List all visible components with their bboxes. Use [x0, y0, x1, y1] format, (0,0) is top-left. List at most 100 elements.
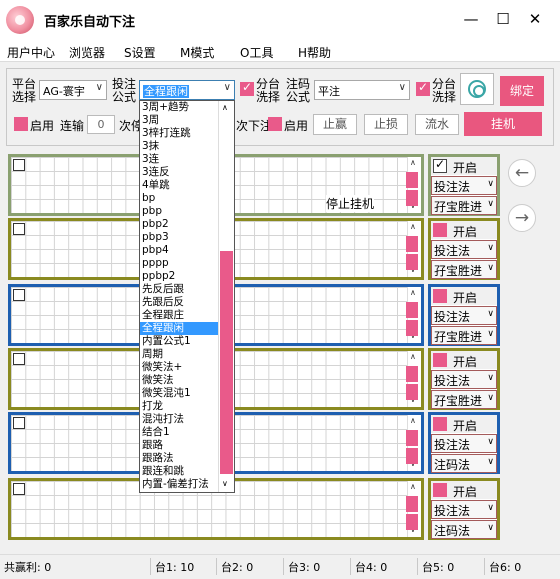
menu-help[interactable]: H帮助 — [298, 44, 331, 61]
dropdown-option[interactable]: pppp — [140, 257, 218, 270]
hang-button[interactable]: 挂机 — [464, 112, 542, 136]
dropdown-option[interactable]: 跟路法 — [140, 452, 218, 465]
start-toggle[interactable]: 开启 — [431, 287, 497, 305]
start-toggle[interactable]: 开启 — [431, 415, 497, 433]
dropdown-option[interactable]: 先反后跟 — [140, 283, 218, 296]
dropdown-option[interactable]: 跟连和跳 — [140, 465, 218, 478]
dropdown-option[interactable]: 全程跟闲 — [140, 322, 218, 335]
scroll-up-icon[interactable]: ∧ — [410, 158, 416, 167]
dropdown-option[interactable]: 微笑混沌1 — [140, 387, 218, 400]
stop-win-button[interactable]: 止赢 — [313, 114, 357, 135]
dropdown-option[interactable]: 3周+趋势 — [140, 101, 218, 114]
progression-select[interactable]: 孖宝胜进 ∨ — [431, 196, 497, 215]
locate-button[interactable] — [460, 73, 494, 105]
menu-mode[interactable]: M模式 — [180, 44, 214, 61]
dropdown-option[interactable]: 混沌打法 — [140, 413, 218, 426]
bet-method-value: 投注法 — [434, 438, 471, 452]
arrow-left-icon[interactable]: ← — [508, 159, 536, 187]
flow-button[interactable]: 流水 — [415, 114, 459, 135]
scroll-up-icon[interactable]: ∧ — [410, 416, 416, 425]
dropdown-option[interactable]: pbp — [140, 205, 218, 218]
dropdown-option[interactable]: 3抹 — [140, 140, 218, 153]
dropdown-option[interactable]: 微笑法 — [140, 374, 218, 387]
bind-button[interactable]: 绑定 — [500, 76, 544, 106]
arrow-right-icon[interactable]: → — [508, 204, 536, 232]
platform-select[interactable]: AG-寰宇 ∨ — [39, 80, 107, 100]
close-button[interactable]: ✕ — [524, 8, 546, 30]
dropdown-option[interactable]: 4单跳 — [140, 179, 218, 192]
dropdown-option[interactable]: 全程跟庄 — [140, 309, 218, 322]
dropdown-option[interactable]: 3连 — [140, 153, 218, 166]
bet-method-select[interactable]: 投注法 ∨ — [431, 500, 497, 519]
scroll-up-icon[interactable]: ∧ — [410, 352, 416, 361]
bet-formula-dropdown[interactable]: 3周+趋势 3周 3梓打连跳 3抹 3连 3连反 4单跳 bp pbp pbp2 pbp3 pbp4 p… — [139, 100, 235, 493]
progression-select[interactable]: 注码法 ∨ — [431, 454, 497, 473]
dropdown-option[interactable]: 跟路 — [140, 439, 218, 452]
start-toggle[interactable]: 开启 — [431, 351, 497, 369]
menu-browser[interactable]: 浏览器 — [69, 44, 105, 61]
scroll-down-icon[interactable]: ∨ — [222, 479, 228, 488]
row-select-checkbox[interactable] — [13, 159, 25, 171]
scroll-up-icon[interactable]: ∧ — [410, 222, 416, 231]
start-checkbox[interactable] — [433, 417, 447, 431]
chevron-down-icon: ∨ — [487, 373, 494, 383]
row-select-checkbox[interactable] — [13, 417, 25, 429]
stop-loss-button[interactable]: 止损 — [364, 114, 408, 135]
row-select-checkbox[interactable] — [13, 223, 25, 235]
enable-checkbox-2[interactable] — [268, 117, 282, 131]
row-select-checkbox[interactable] — [13, 289, 25, 301]
dropdown-option[interactable]: 微笑法+ — [140, 361, 218, 374]
row-select-checkbox[interactable] — [13, 353, 25, 365]
dropdown-option[interactable]: 3梓打连跳 — [140, 127, 218, 140]
bet-formula-select[interactable]: 全程跟闲 ∨ — [139, 80, 235, 100]
scroll-up-icon[interactable]: ∧ — [410, 482, 416, 491]
dropdown-option[interactable]: 内置公式1 — [140, 335, 218, 348]
start-checkbox[interactable] — [433, 483, 447, 497]
scrollbar-thumb[interactable] — [220, 251, 233, 474]
menu-settings[interactable]: S设置 — [124, 44, 156, 61]
dropdown-option[interactable]: 先跟后反 — [140, 296, 218, 309]
bet-method-select[interactable]: 投注法 ∨ — [431, 434, 497, 453]
dropdown-option[interactable]: 内置-偏差打法 — [140, 478, 218, 491]
dropdown-option[interactable]: pbp3 — [140, 231, 218, 244]
start-toggle[interactable]: 开启 — [431, 481, 497, 499]
dropdown-option[interactable]: 3连反 — [140, 166, 218, 179]
bet-method-select[interactable]: 投注法 ∨ — [431, 176, 497, 195]
enable-checkbox-1[interactable] — [14, 117, 28, 131]
maximize-button[interactable]: ☐ — [492, 8, 514, 30]
bet-method-select[interactable]: 投注法 ∨ — [431, 306, 497, 325]
bet-method-select[interactable]: 投注法 ∨ — [431, 370, 497, 389]
dropdown-option[interactable]: pbp4 — [140, 244, 218, 257]
row-select-checkbox[interactable] — [13, 483, 25, 495]
bet-code-value: 平注 — [318, 85, 340, 98]
dropdown-option[interactable]: 3周 — [140, 114, 218, 127]
start-checkbox[interactable] — [433, 223, 447, 237]
progression-select[interactable]: 孖宝胜进 ∨ — [431, 326, 497, 345]
start-toggle[interactable]: 开启 — [431, 157, 497, 175]
dropdown-scrollbar[interactable]: ∧ ∨ — [218, 101, 234, 492]
split-wash-checkbox-2[interactable] — [416, 80, 430, 96]
dropdown-option[interactable]: 结合1 — [140, 426, 218, 439]
start-checkbox[interactable] — [433, 289, 447, 303]
menu-user-center[interactable]: 用户中心 — [7, 44, 55, 61]
progression-select[interactable]: 注码法 ∨ — [431, 520, 497, 539]
lose-streak-input[interactable]: 0 — [87, 115, 115, 134]
dropdown-option[interactable]: bp — [140, 192, 218, 205]
dropdown-option[interactable]: 周期 — [140, 348, 218, 361]
menu-tools[interactable]: O工具 — [240, 44, 273, 61]
start-toggle[interactable]: 开启 — [431, 221, 497, 239]
progression-select[interactable]: 孖宝胜进 ∨ — [431, 260, 497, 279]
enable-label-1: 启用 — [30, 119, 55, 133]
scroll-up-icon[interactable]: ∧ — [410, 288, 416, 297]
scroll-up-icon[interactable]: ∧ — [222, 103, 228, 112]
bet-method-select[interactable]: 投注法 ∨ — [431, 240, 497, 259]
split-wash-checkbox-1[interactable] — [240, 80, 254, 96]
start-checkbox[interactable] — [433, 353, 447, 367]
progression-select[interactable]: 孖宝胜进 ∨ — [431, 390, 497, 409]
bet-code-select[interactable]: 平注 ∨ — [314, 80, 410, 100]
dropdown-option[interactable]: 打龙 — [140, 400, 218, 413]
dropdown-option[interactable]: pbp2 — [140, 218, 218, 231]
minimize-button[interactable]: — — [460, 8, 482, 30]
dropdown-option[interactable]: ppbp2 — [140, 270, 218, 283]
start-checkbox[interactable] — [433, 157, 447, 173]
